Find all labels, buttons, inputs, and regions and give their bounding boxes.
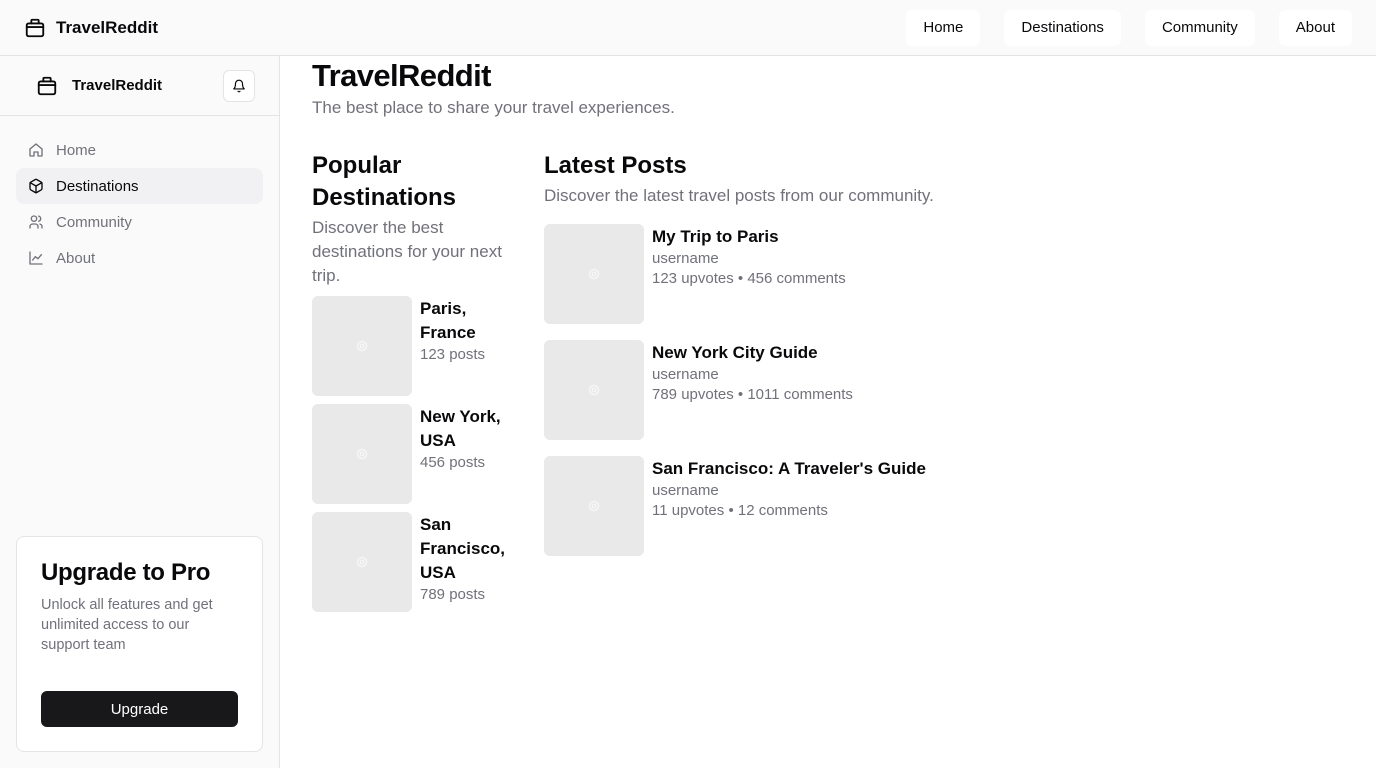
sidebar-item-home[interactable]: Home xyxy=(16,132,263,168)
home-icon xyxy=(29,143,43,157)
header-brand[interactable]: TravelReddit xyxy=(24,17,158,39)
post-title: San Francisco: A Traveler's Guide xyxy=(652,459,926,478)
upgrade-button[interactable]: Upgrade xyxy=(41,691,238,727)
top-nav: Home Destinations Community About xyxy=(906,9,1352,46)
sidebar: TravelReddit Home Destinations Community… xyxy=(0,56,280,768)
page-subtitle: The best place to share your travel expe… xyxy=(312,98,675,117)
sidebar-header: TravelReddit xyxy=(0,56,279,116)
upgrade-card: Upgrade to Pro Unlock all features and g… xyxy=(16,536,263,752)
image-placeholder-icon xyxy=(588,268,600,280)
post-title: My Trip to Paris xyxy=(652,227,779,246)
sidebar-item-about[interactable]: About xyxy=(16,240,263,276)
popular-destinations: Popular Destinations Discover the best d… xyxy=(312,150,512,620)
image-placeholder-icon xyxy=(588,384,600,396)
upgrade-description: Unlock all features and get unlimited ac… xyxy=(41,597,213,653)
image-placeholder xyxy=(544,340,644,440)
top-nav-community[interactable]: Community xyxy=(1144,9,1255,46)
destination-card[interactable]: San Francisco, USA 789 posts xyxy=(312,512,512,612)
sidebar-item-community[interactable]: Community xyxy=(16,204,263,240)
post-author: username xyxy=(652,250,719,267)
bell-icon xyxy=(233,79,245,92)
destination-card[interactable]: New York, USA 456 posts xyxy=(312,404,512,504)
destinations-description: Discover the best destinations for your … xyxy=(312,218,502,285)
package-icon xyxy=(37,76,57,95)
top-nav-about[interactable]: About xyxy=(1278,9,1352,46)
destination-post-count: 123 posts xyxy=(420,346,486,363)
sidebar-item-label: Destinations xyxy=(56,177,139,195)
destinations-list: Paris, France 123 posts New York, USA 45… xyxy=(312,296,512,612)
top-nav-home[interactable]: Home xyxy=(906,9,981,46)
image-placeholder-icon xyxy=(356,340,368,352)
image-placeholder xyxy=(544,224,644,324)
users-icon xyxy=(29,215,43,229)
post-stats: 123 upvotes • 456 comments xyxy=(652,270,846,287)
image-placeholder xyxy=(312,512,412,612)
upgrade-title: Upgrade to Pro xyxy=(41,559,211,586)
sidebar-item-label: Home xyxy=(56,141,97,159)
top-nav-destinations[interactable]: Destinations xyxy=(1004,9,1121,46)
notifications-button[interactable] xyxy=(223,69,255,102)
post-card[interactable]: My Trip to Paris username 123 upvotes • … xyxy=(544,224,1044,324)
post-author: username xyxy=(652,482,719,499)
posts-title: Latest Posts xyxy=(544,152,687,179)
destination-card[interactable]: Paris, France 123 posts xyxy=(312,296,512,396)
destination-name: San Francisco, USA xyxy=(420,515,506,582)
header-brand-name: TravelReddit xyxy=(56,17,159,37)
sidebar-nav: Home Destinations Community About xyxy=(0,116,279,276)
latest-posts: Latest Posts Discover the latest travel … xyxy=(544,150,1044,572)
sidebar-item-label: About xyxy=(56,249,96,267)
main-content: TravelReddit The best place to share you… xyxy=(312,56,1352,612)
top-header: TravelReddit Home Destinations Community… xyxy=(0,0,1376,56)
destination-post-count: 456 posts xyxy=(420,454,486,471)
image-placeholder-icon xyxy=(356,556,368,568)
image-placeholder-icon xyxy=(356,448,368,460)
post-card[interactable]: New York City Guide username 789 upvotes… xyxy=(544,340,1044,440)
destination-name: New York, USA xyxy=(420,407,501,450)
post-stats: 11 upvotes • 12 comments xyxy=(652,502,828,519)
package-icon xyxy=(25,18,45,37)
posts-list: My Trip to Paris username 123 upvotes • … xyxy=(544,224,1044,556)
page-title: TravelReddit xyxy=(312,58,491,93)
sidebar-item-destinations[interactable]: Destinations xyxy=(16,168,263,204)
sidebar-brand-name[interactable]: TravelReddit xyxy=(72,77,162,94)
post-title: New York City Guide xyxy=(652,343,818,362)
image-placeholder xyxy=(312,404,412,504)
package-icon xyxy=(29,178,43,194)
post-author: username xyxy=(652,366,719,383)
line-chart-icon xyxy=(29,251,43,265)
post-stats: 789 upvotes • 1011 comments xyxy=(652,386,853,403)
image-placeholder-icon xyxy=(588,500,600,512)
image-placeholder xyxy=(544,456,644,556)
sidebar-item-label: Community xyxy=(56,213,132,231)
image-placeholder xyxy=(312,296,412,396)
destinations-title: Popular Destinations xyxy=(312,152,457,211)
posts-description: Discover the latest travel posts from ou… xyxy=(544,186,934,205)
post-card[interactable]: San Francisco: A Traveler's Guide userna… xyxy=(544,456,1044,556)
destination-post-count: 789 posts xyxy=(420,586,486,603)
destination-name: Paris, France xyxy=(420,299,476,342)
